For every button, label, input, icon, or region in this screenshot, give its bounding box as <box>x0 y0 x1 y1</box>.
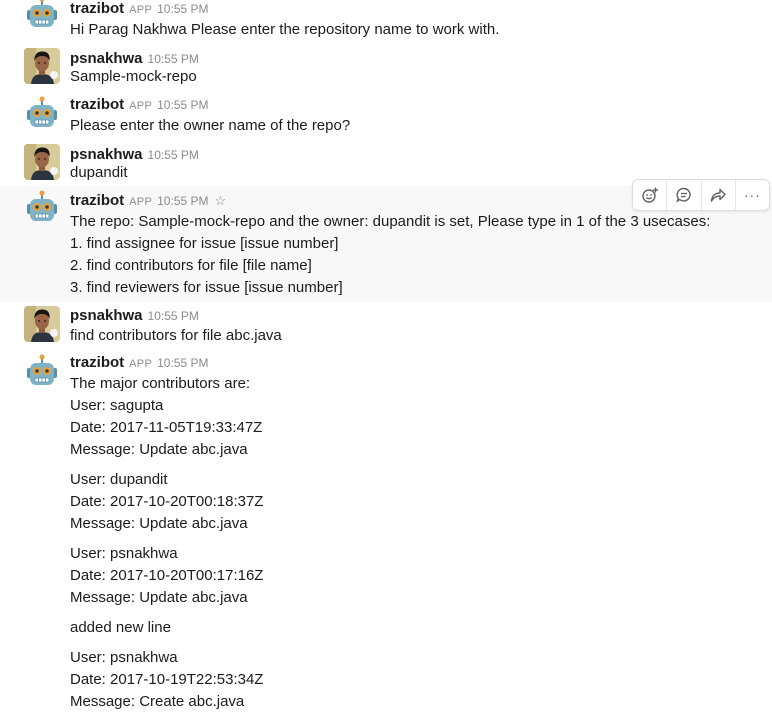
bot-avatar[interactable] <box>24 0 60 32</box>
message-text: added new line <box>70 619 171 636</box>
message-bot-owner-prompt: trazibot APP 10:55 PM Please enter the own… <box>0 92 772 140</box>
robot-icon <box>24 354 60 390</box>
message-text: Please enter the owner name of the repo? <box>70 117 351 134</box>
thread-icon <box>676 187 691 203</box>
timestamp[interactable]: 10:55 PM <box>157 98 208 112</box>
message-text: Date: 2017-10-19T22:53:34Z <box>70 671 264 688</box>
message-text: Message: Create abc.java <box>70 693 245 710</box>
robot-icon <box>24 190 60 226</box>
timestamp[interactable]: 10:55 PM <box>157 194 208 208</box>
bot-avatar[interactable] <box>24 96 60 132</box>
message-text: Date: 2017-11-05T19:33:47Z <box>70 419 263 436</box>
add-reaction-icon <box>641 187 658 203</box>
bot-avatar[interactable] <box>24 190 60 226</box>
user-photo-icon <box>24 144 60 180</box>
sender-name[interactable]: psnakhwa <box>70 146 143 163</box>
app-badge: APP <box>129 4 153 16</box>
app-badge: APP <box>129 100 153 112</box>
app-badge: APP <box>129 358 153 370</box>
message-text: User: psnakhwa <box>70 545 178 562</box>
sender-name[interactable]: trazibot <box>70 96 124 113</box>
message-text: Message: Update abc.java <box>70 441 248 458</box>
star-icon[interactable]: ☆ <box>214 193 226 208</box>
sender-name[interactable]: trazibot <box>70 0 124 17</box>
ellipsis-icon: ··· <box>743 187 761 203</box>
sender-name[interactable]: trazibot <box>70 354 124 371</box>
message-text: dupandit <box>70 164 128 181</box>
timestamp[interactable]: 10:55 PM <box>148 309 199 323</box>
app-badge: APP <box>129 196 153 208</box>
message-text: The repo: Sample-mock-repo and the owner… <box>70 213 711 230</box>
message-text: User: psnakhwa <box>70 649 178 666</box>
timestamp[interactable]: 10:55 PM <box>157 356 208 370</box>
start-thread-button[interactable] <box>667 180 702 210</box>
user-photo-icon <box>24 48 60 84</box>
message-text: Date: 2017-10-20T00:18:37Z <box>70 493 264 510</box>
message-text: User: sagupta <box>70 397 164 414</box>
message-text: 1. find assignee for issue [issue number… <box>70 235 339 252</box>
share-message-button[interactable] <box>702 180 736 210</box>
message-bot-contributors: trazibot APP 10:55 PM The major contributo… <box>0 350 772 720</box>
message-text: find contributors for file abc.java <box>70 327 282 344</box>
user-avatar[interactable] <box>24 144 60 180</box>
message-text: Date: 2017-10-20T00:17:16Z <box>70 567 264 584</box>
message-text: Message: Update abc.java <box>70 589 248 606</box>
message-text: 3. find reviewers for issue [issue numbe… <box>70 279 343 296</box>
bot-avatar[interactable] <box>24 354 60 390</box>
add-reaction-button[interactable] <box>633 180 668 210</box>
sender-name[interactable]: psnakhwa <box>70 50 143 67</box>
message-actions-toolbar: ··· <box>632 179 770 211</box>
sender-name[interactable]: trazibot <box>70 192 124 209</box>
message-text: 2. find contributors for file [file name… <box>70 257 312 274</box>
message-text: Message: Update abc.java <box>70 515 248 532</box>
user-avatar[interactable] <box>24 48 60 84</box>
message-text: Sample-mock-repo <box>70 68 197 85</box>
user-photo-icon <box>24 306 60 342</box>
message-text: The major contributors are: <box>70 375 251 392</box>
message-text: Hi Parag Nakhwa Please enter the reposit… <box>70 21 500 38</box>
message-text: User: dupandit <box>70 471 168 488</box>
user-avatar[interactable] <box>24 306 60 342</box>
message-user-command: psnakhwa 10:55 PM find contributors for f… <box>0 302 772 350</box>
timestamp[interactable]: 10:55 PM <box>148 148 199 162</box>
sender-name[interactable]: psnakhwa <box>70 307 143 324</box>
message-user-repo: psnakhwa 10:55 PM Sample-mock-repo <box>0 44 772 92</box>
robot-icon <box>24 0 60 32</box>
message-bot-greeting: trazibot APP 10:55 PM Hi Parag Nakhwa Plea… <box>0 0 772 44</box>
robot-icon <box>24 96 60 132</box>
more-actions-button[interactable]: ··· <box>736 180 769 210</box>
timestamp[interactable]: 10:55 PM <box>157 2 208 16</box>
share-arrow-icon <box>710 188 726 202</box>
timestamp[interactable]: 10:55 PM <box>148 52 199 66</box>
